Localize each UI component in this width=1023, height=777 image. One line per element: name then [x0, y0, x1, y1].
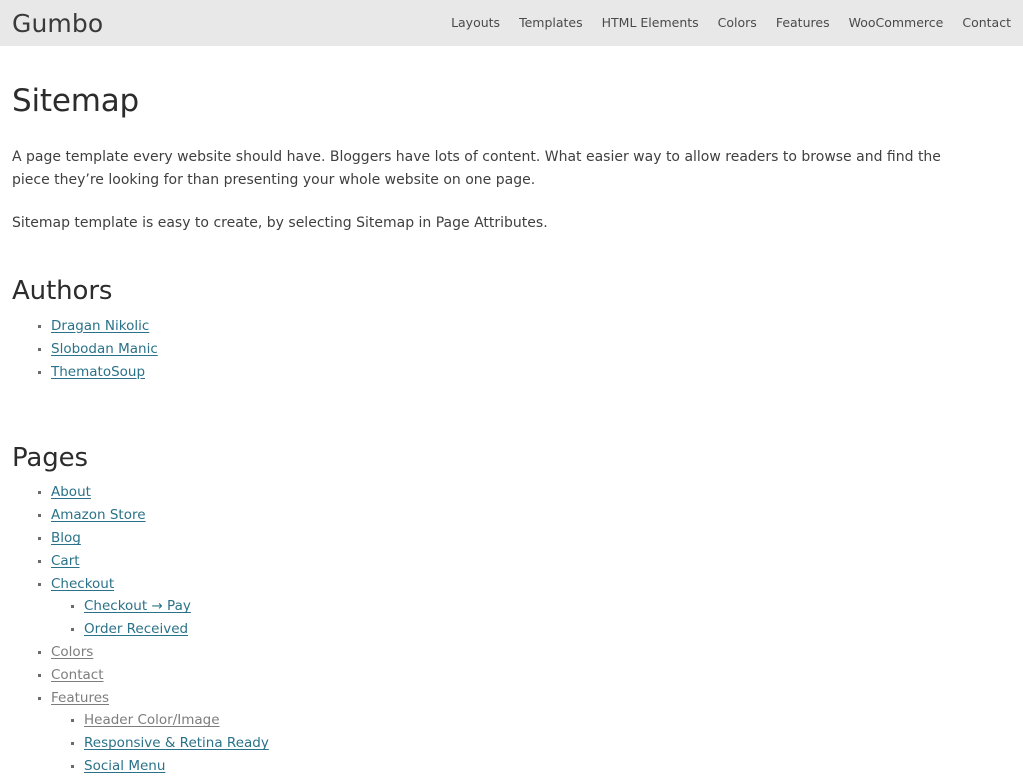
nav-item-features[interactable]: Features [776, 16, 830, 30]
list-item: Responsive & Retina Ready [71, 736, 1011, 750]
list-item: Amazon Store [38, 508, 1011, 522]
sitemap-link-checkout[interactable]: Checkout [51, 576, 114, 592]
sitemap-link-slobodan-manic[interactable]: Slobodan Manic [51, 341, 158, 357]
list-item: Checkout Checkout → Pay Order Received [38, 577, 1011, 636]
nav-item-colors[interactable]: Colors [718, 16, 757, 30]
site-title[interactable]: Gumbo [12, 11, 103, 36]
list-item: Blog [38, 531, 1011, 545]
list-item: Slobodan Manic [38, 342, 1011, 356]
sitemap-link-contact[interactable]: Contact [51, 667, 104, 683]
sitemap-link-responsive-retina-ready[interactable]: Responsive & Retina Ready [84, 735, 269, 751]
intro-paragraph-2: Sitemap template is easy to create, by s… [12, 214, 548, 231]
list-item: About [38, 485, 1011, 499]
list-item: Contact [38, 668, 1011, 682]
site-header: Gumbo Layouts Templates HTML Elements Color… [0, 0, 1023, 46]
list-item: Order Received [71, 622, 1011, 636]
sitemap-link-dragan-nikolic[interactable]: Dragan Nikolic [51, 318, 149, 334]
sublist-checkout: Checkout → Pay Order Received [51, 599, 1011, 636]
sitemap-link-checkout-pay[interactable]: Checkout → Pay [84, 598, 191, 614]
list-item: Dragan Nikolic [38, 319, 1011, 333]
nav-item-woocommerce[interactable]: WooCommerce [849, 16, 944, 30]
sitemap-link-order-received[interactable]: Order Received [84, 621, 188, 637]
authors-list: Dragan Nikolic Slobodan Manic ThematoSoup [12, 319, 1011, 379]
sublist-features: Header Color/Image Responsive & Retina Re… [51, 713, 1011, 773]
page-title: Sitemap [12, 83, 139, 119]
nav-item-contact[interactable]: Contact [962, 16, 1011, 30]
page-content: Sitemap A page template every website sh… [0, 83, 1023, 774]
list-item: Header Color/Image [71, 713, 1011, 727]
section-pages: Pages About Amazon Store Blog Cart Checkout C… [12, 442, 1011, 774]
section-heading-authors: Authors [12, 275, 113, 306]
sitemap-link-about[interactable]: About [51, 484, 91, 500]
sitemap-link-amazon-store[interactable]: Amazon Store [51, 507, 146, 523]
section-heading-pages: Pages [12, 442, 88, 473]
section-authors: Authors Dragan Nikolic Slobodan Manic Them… [12, 275, 1011, 379]
sitemap-link-header-color-image[interactable]: Header Color/Image [84, 712, 220, 728]
sitemap-link-social-menu[interactable]: Social Menu [84, 758, 165, 774]
sitemap-link-colors[interactable]: Colors [51, 644, 93, 660]
list-item: Checkout → Pay [71, 599, 1011, 613]
sitemap-link-blog[interactable]: Blog [51, 530, 81, 546]
list-item: ThematoSoup [38, 365, 1011, 379]
intro-paragraph-1: A page template every website should hav… [12, 148, 941, 188]
list-item: Cart [38, 554, 1011, 568]
sitemap-link-thematosoup[interactable]: ThematoSoup [51, 364, 145, 380]
nav-item-layouts[interactable]: Layouts [451, 16, 500, 30]
nav-item-templates[interactable]: Templates [519, 16, 583, 30]
list-item: Features Header Color/Image Responsive & R… [38, 691, 1011, 773]
nav-item-html-elements[interactable]: HTML Elements [602, 16, 699, 30]
primary-navigation: Layouts Templates HTML Elements Colors Featu… [451, 16, 1011, 30]
sitemap-link-cart[interactable]: Cart [51, 553, 80, 569]
list-item: Social Menu [71, 759, 1011, 773]
sitemap-link-features[interactable]: Features [51, 690, 109, 706]
pages-list: About Amazon Store Blog Cart Checkout Checkou… [12, 485, 1011, 773]
list-item: Colors [38, 645, 1011, 659]
